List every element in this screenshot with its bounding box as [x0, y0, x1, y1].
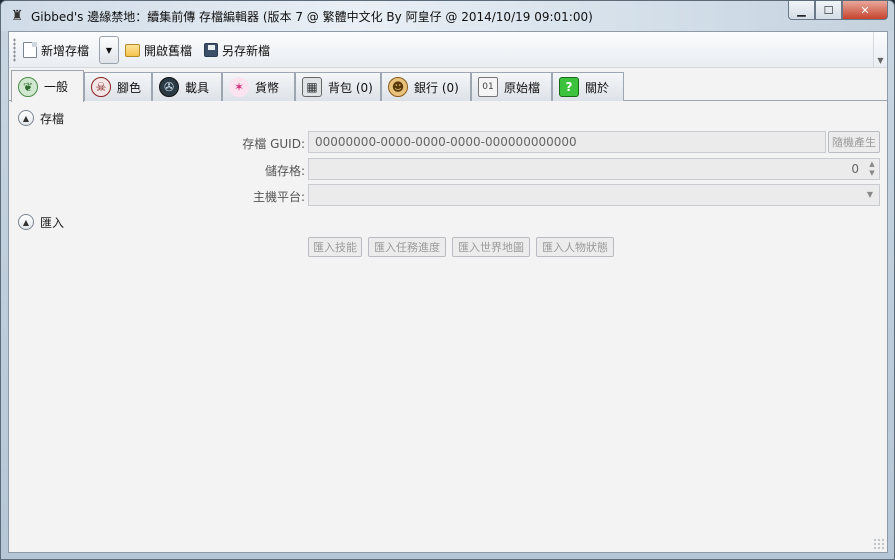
app-icon: ♜: [10, 8, 24, 24]
slot-label: 儲存格:: [264, 164, 305, 178]
import-section-title: 匯入: [40, 215, 65, 230]
new-document-icon: [23, 42, 37, 58]
guid-label: 存檔 GUID:: [242, 137, 305, 151]
tab-bank[interactable]: ☻ 銀行 (0): [381, 72, 471, 101]
bank-icon: ☻: [388, 77, 408, 97]
currency-icon: ✶: [229, 77, 249, 97]
tab-label: 一般: [44, 80, 69, 94]
random-guid-button[interactable]: 隨機產生: [828, 131, 880, 153]
window-title: Gibbed's 邊緣禁地：續集前傳 存檔編輯器 (版本 7 @ 繁體中文化 B…: [31, 10, 593, 24]
minimize-icon: ▁: [797, 3, 806, 17]
toolbar: 新增存檔 ▼ 開啟舊檔 另存新檔 ▼: [9, 32, 887, 68]
import-mission-progress-button[interactable]: 匯入任務進度: [368, 237, 446, 257]
slot-value: 0: [851, 162, 859, 176]
import-world-map-button[interactable]: 匯入世界地圖: [452, 237, 530, 257]
platform-select[interactable]: ▼: [308, 184, 880, 206]
new-save-label: 新增存檔: [41, 43, 90, 58]
vehicle-icon: ✇: [159, 77, 179, 97]
collapse-chevron-up-icon[interactable]: ▲: [18, 214, 34, 230]
tab-label: 腳色: [117, 80, 142, 95]
tab-label: 背包 (0): [328, 80, 373, 95]
tab-character[interactable]: ☠ 腳色: [84, 72, 152, 101]
save-as-label: 另存新檔: [222, 43, 271, 58]
guid-input[interactable]: 00000000-0000-0000-0000-000000000000: [308, 131, 826, 153]
tab-label: 載具: [185, 80, 210, 95]
save-section-header[interactable]: ▲ 存檔: [18, 109, 64, 127]
tab-backpack[interactable]: ▦ 背包 (0): [295, 72, 381, 101]
client-area: 新增存檔 ▼ 開啟舊檔 另存新檔 ▼ ❦ 一般 ☠ 腳色 ✇ 載具 ✶ 貨幣 ▦…: [8, 31, 888, 553]
tab-general[interactable]: ❦ 一般: [11, 70, 84, 102]
close-button[interactable]: ✕: [842, 1, 888, 20]
open-save-label: 開啟舊檔: [144, 43, 193, 58]
app-window: ♜ Gibbed's 邊緣禁地：續集前傳 存檔編輯器 (版本 7 @ 繁體中文化…: [0, 0, 895, 560]
window-controls: ▁ ☐ ✕: [788, 1, 888, 21]
emblem-icon: ❦: [18, 76, 38, 97]
import-section-header[interactable]: ▲ 匯入: [18, 213, 64, 231]
maximize-icon: ☐: [823, 3, 834, 17]
import-skills-button[interactable]: 匯入技能: [308, 237, 362, 257]
toolbar-overflow-icon[interactable]: ▼: [873, 32, 887, 68]
tab-strip: ❦ 一般 ☠ 腳色 ✇ 載具 ✶ 貨幣 ▦ 背包 (0) ☻ 銀行 (0) 01…: [9, 70, 887, 102]
platform-label: 主機平台:: [252, 190, 305, 204]
tab-label: 關於: [585, 80, 610, 95]
minimize-button[interactable]: ▁: [788, 1, 815, 20]
tab-label: 銀行 (0): [414, 80, 459, 95]
save-as-button[interactable]: 另存新檔: [204, 38, 270, 62]
tab-currency[interactable]: ✶ 貨幣: [222, 72, 295, 101]
save-section-title: 存檔: [40, 111, 65, 126]
slot-number-input[interactable]: 0 ▲ ▼: [308, 158, 880, 180]
tab-vehicle[interactable]: ✇ 載具: [152, 72, 222, 101]
close-icon: ✕: [860, 3, 870, 17]
raw-file-icon: 01: [478, 77, 498, 97]
tab-about[interactable]: ? 關於: [552, 72, 624, 101]
about-icon: ?: [559, 77, 579, 97]
maximize-button[interactable]: ☐: [815, 1, 842, 20]
resize-grip-icon[interactable]: [873, 538, 885, 550]
chevron-down-icon: ▼: [105, 45, 113, 55]
backpack-icon: ▦: [302, 77, 322, 97]
open-folder-icon: [125, 43, 140, 57]
new-save-dropdown-button[interactable]: ▼: [99, 36, 119, 64]
tab-label: 原始檔: [504, 80, 541, 95]
skull-icon: ☠: [91, 77, 111, 97]
tab-raw-file[interactable]: 01 原始檔: [471, 72, 552, 101]
floppy-disk-icon: [204, 43, 218, 57]
title-bar[interactable]: ♜ Gibbed's 邊緣禁地：續集前傳 存檔編輯器 (版本 7 @ 繁體中文化…: [1, 1, 894, 31]
spinner-arrows-icon[interactable]: ▲ ▼: [867, 160, 877, 178]
toolbar-grip[interactable]: [13, 38, 16, 62]
new-save-button[interactable]: 新增存檔: [23, 38, 89, 62]
tab-label: 貨幣: [255, 80, 280, 95]
collapse-chevron-up-icon[interactable]: ▲: [18, 110, 34, 126]
open-save-button[interactable]: 開啟舊檔: [125, 38, 192, 62]
chevron-down-icon: ▼: [866, 190, 873, 199]
import-character-status-button[interactable]: 匯入人物狀態: [536, 237, 614, 257]
